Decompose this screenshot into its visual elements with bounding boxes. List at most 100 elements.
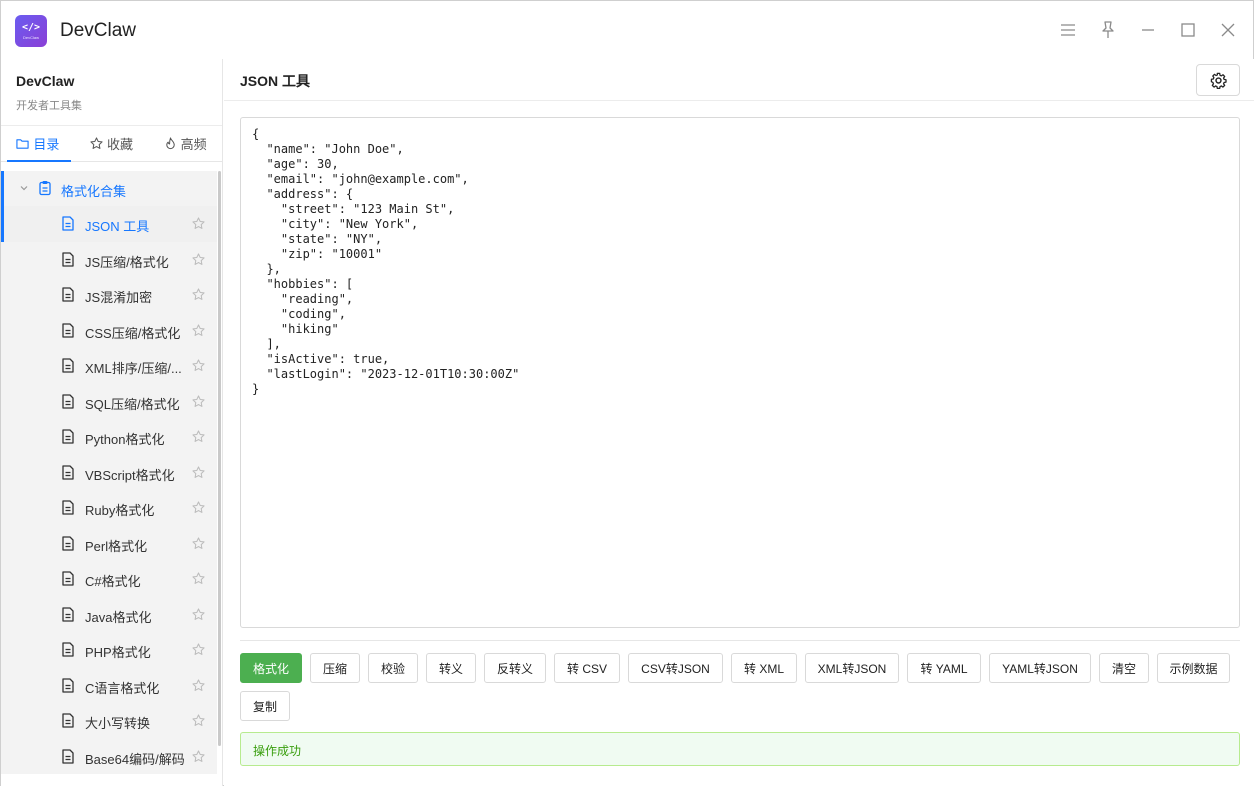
favorite-star-icon[interactable] (192, 288, 205, 301)
copy-button[interactable]: 复制 (240, 691, 290, 721)
sidebar-subtitle: 开发者工具集 (16, 100, 82, 112)
clipboard-icon (39, 181, 51, 196)
close-icon[interactable] (1216, 18, 1240, 42)
to-yaml-button[interactable]: 转 YAML (907, 653, 981, 683)
pin-icon[interactable] (1096, 18, 1120, 42)
sidebar-tool-item[interactable]: CSS压缩/格式化 (1, 312, 217, 348)
document-icon (62, 677, 74, 693)
sidebar-tool-item[interactable]: C#格式化 (1, 561, 217, 597)
favorite-star-icon[interactable] (192, 607, 205, 621)
xml-to-json-button[interactable]: XML转JSON (805, 653, 899, 683)
document-icon (62, 535, 74, 551)
app-window: </> DevClaw DevClaw DevClaw 开发者工具集 目录 收藏… (0, 0, 1254, 786)
document-icon (62, 464, 74, 480)
tab-frequent[interactable]: 高频 (148, 126, 222, 161)
favorite-star-icon[interactable] (192, 430, 205, 443)
unescape-button[interactable]: 反转义 (484, 653, 546, 683)
sidebar-tool-item[interactable]: JS压缩/格式化 (1, 241, 217, 277)
favorite-star-icon[interactable] (192, 643, 205, 656)
sidebar-tool-item[interactable]: SQL压缩/格式化 (1, 383, 217, 419)
favorite-star-icon[interactable] (192, 678, 205, 692)
favorite-star-icon[interactable] (192, 323, 205, 337)
tool-tree: 格式化合集 JSON 工具 JS压缩/格式化 JS混淆加密 CSS压缩/格式化 XML排… (1, 171, 217, 774)
sidebar-tool-item[interactable]: PHP格式化 (1, 632, 217, 668)
header-divider (224, 100, 1254, 101)
sidebar-tool-item[interactable]: VBScript格式化 (1, 454, 217, 490)
maximize-icon[interactable] (1176, 18, 1200, 42)
document-icon (62, 429, 74, 444)
star-icon (90, 137, 103, 149)
favorite-star-icon[interactable] (192, 394, 205, 408)
favorite-star-icon[interactable] (192, 572, 205, 585)
favorite-star-icon[interactable] (192, 714, 205, 727)
sidebar-tool-item[interactable]: Ruby格式化 (1, 490, 217, 526)
sidebar-tool-item[interactable]: 大小写转换 (1, 703, 217, 739)
favorite-star-icon[interactable] (192, 536, 205, 550)
tab-catalog-label: 目录 (33, 137, 60, 152)
validate-button[interactable]: 校验 (368, 653, 418, 683)
sidebar: DevClaw 开发者工具集 目录 收藏 高频 格式化合集 JSON 工具 JS压 (1, 59, 223, 786)
sidebar-tool-item[interactable]: Perl格式化 (1, 525, 217, 561)
sidebar-tool-label: PHP格式化 (85, 645, 151, 660)
title-bar: </> DevClaw DevClaw (1, 1, 1253, 59)
document-icon (62, 606, 74, 622)
to-xml-button[interactable]: 转 XML (731, 653, 797, 683)
document-icon (62, 393, 74, 409)
document-icon (62, 500, 74, 515)
favorite-star-icon[interactable] (192, 501, 205, 514)
tab-catalog[interactable]: 目录 (1, 126, 75, 162)
sidebar-tool-label: Base64编码/解码 (85, 751, 185, 767)
to-csv-button[interactable]: 转 CSV (554, 653, 620, 683)
sidebar-scrollbar[interactable] (218, 171, 221, 746)
favorite-star-icon[interactable] (192, 465, 205, 479)
logo-subtext: DevClaw (22, 34, 39, 40)
clear-button[interactable]: 清空 (1099, 653, 1149, 683)
page-title: JSON 工具 (240, 73, 311, 89)
sidebar-tool-item[interactable]: JS混淆加密 (1, 277, 217, 313)
menu-icon[interactable] (1056, 18, 1080, 42)
tree-group-label: 格式化合集 (61, 184, 127, 199)
yaml-to-json-button[interactable]: YAML转JSON (989, 653, 1091, 683)
csv-to-json-button[interactable]: CSV转JSON (628, 653, 723, 683)
minimize-icon[interactable] (1136, 18, 1160, 42)
sidebar-tool-item[interactable]: Python格式化 (1, 419, 217, 455)
document-icon (62, 748, 74, 764)
actions-divider (240, 640, 1240, 641)
sidebar-tool-label: Python格式化 (85, 432, 165, 447)
main-panel: JSON 工具 { "name": "John Doe", "age": 30,… (224, 59, 1254, 786)
sidebar-tool-item[interactable]: XML排序/压缩/... (1, 348, 217, 384)
app-logo-icon: </> DevClaw (15, 15, 47, 47)
sidebar-tool-label: Java格式化 (85, 609, 152, 625)
folder-icon (16, 139, 29, 149)
sidebar-tool-label: JS混淆加密 (85, 290, 153, 305)
sidebar-tool-label: 大小写转换 (85, 716, 151, 731)
app-title: DevClaw (60, 20, 137, 41)
tab-favorites[interactable]: 收藏 (75, 126, 149, 161)
sidebar-tool-label: Perl格式化 (85, 538, 148, 554)
favorite-star-icon[interactable] (192, 252, 205, 266)
document-icon (62, 216, 74, 231)
sidebar-tool-label: VBScript格式化 (85, 467, 175, 483)
sidebar-brand: DevClaw (16, 73, 75, 89)
logo-code-text: </> (21, 21, 41, 33)
sidebar-tool-label: Ruby格式化 (85, 503, 155, 518)
settings-button[interactable] (1196, 64, 1240, 96)
format-button[interactable]: 格式化 (240, 653, 302, 683)
sidebar-tool-item[interactable]: JSON 工具 (1, 206, 217, 242)
status-message: 操作成功 (240, 732, 1240, 766)
json-editor[interactable]: { "name": "John Doe", "age": 30, "email"… (240, 117, 1240, 628)
sidebar-tool-item[interactable]: Base64编码/解码 (1, 738, 217, 774)
flame-icon (165, 137, 175, 150)
sample-data-button[interactable]: 示例数据 (1157, 653, 1230, 683)
document-icon (62, 358, 74, 373)
escape-button[interactable]: 转义 (426, 653, 476, 683)
sidebar-tool-item[interactable]: C语言格式化 (1, 667, 217, 703)
tab-frequent-label: 高频 (180, 137, 207, 152)
sidebar-tool-label: JS压缩/格式化 (85, 254, 169, 270)
favorite-star-icon[interactable] (192, 359, 205, 372)
compress-button[interactable]: 压缩 (310, 653, 360, 683)
favorite-star-icon[interactable] (192, 217, 205, 230)
tree-group-formatting[interactable]: 格式化合集 (1, 171, 217, 206)
favorite-star-icon[interactable] (192, 749, 205, 763)
sidebar-tool-item[interactable]: Java格式化 (1, 596, 217, 632)
